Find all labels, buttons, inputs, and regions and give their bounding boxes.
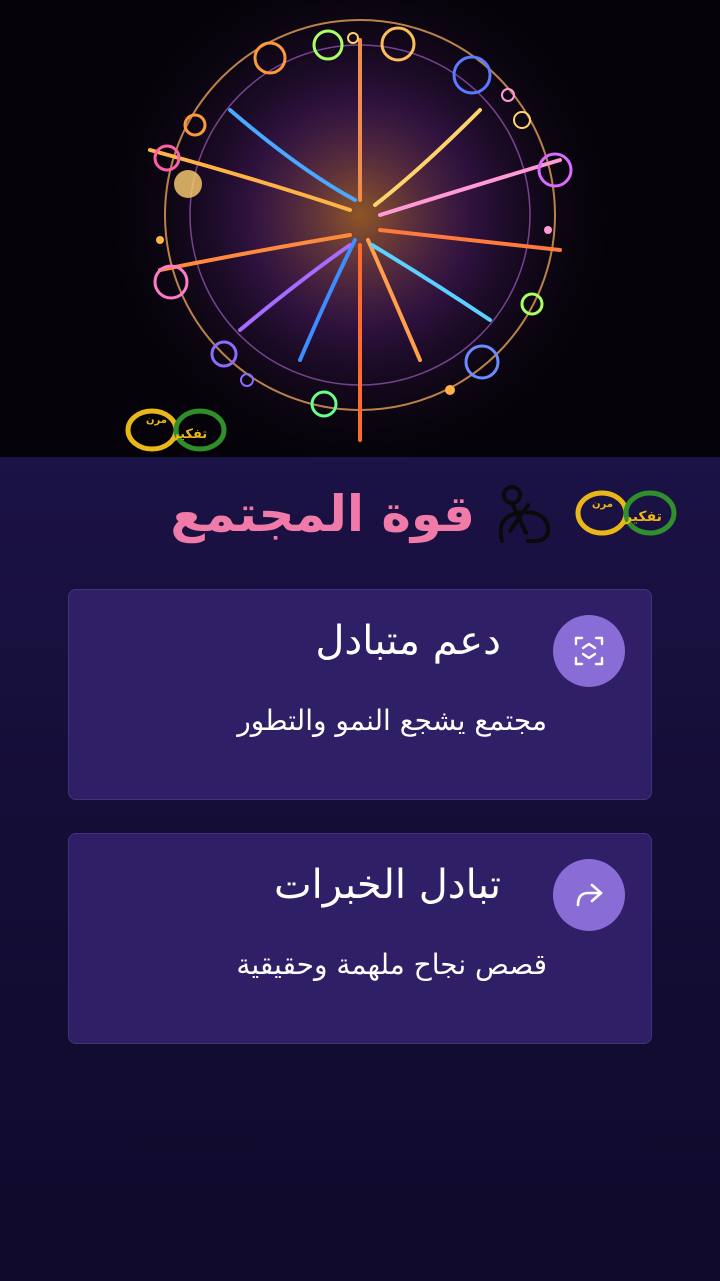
hero-logo-top-text: مرن [146, 415, 167, 426]
card-icon-circle [553, 615, 625, 687]
card-title: دعم متبادل [315, 618, 501, 664]
header-logo: مرن تفكير [574, 487, 678, 539]
feature-card-experience-exchange[interactable]: تبادل الخبرات قصص نجاح ملهمة وحقيقية [68, 833, 652, 1044]
page-title: قوة المجتمع [170, 485, 475, 543]
hero-image: مرن تفكير [0, 0, 720, 457]
header-logo-bottom-text: تفكير [624, 509, 662, 525]
handshake-icon [498, 485, 551, 544]
exchange-arrows-icon [574, 636, 604, 666]
title-row: مرن تفكير قوة المجتمع [0, 475, 720, 565]
header-logo-top-text: مرن [592, 499, 613, 510]
feature-card-mutual-support[interactable]: دعم متبادل مجتمع يشجع النمو والتطور [68, 589, 652, 800]
card-subtitle: قصص نجاح ملهمة وحقيقية [236, 948, 547, 981]
neon-hands-illustration [0, 0, 720, 457]
card-subtitle: مجتمع يشجع النمو والتطور [237, 704, 547, 737]
card-title: تبادل الخبرات [273, 862, 501, 908]
hero-logo: مرن تفكير [124, 405, 228, 455]
hero-logo-bottom-text: تفكير [172, 427, 208, 442]
card-icon-circle [553, 859, 625, 931]
share-forward-icon [576, 883, 603, 907]
